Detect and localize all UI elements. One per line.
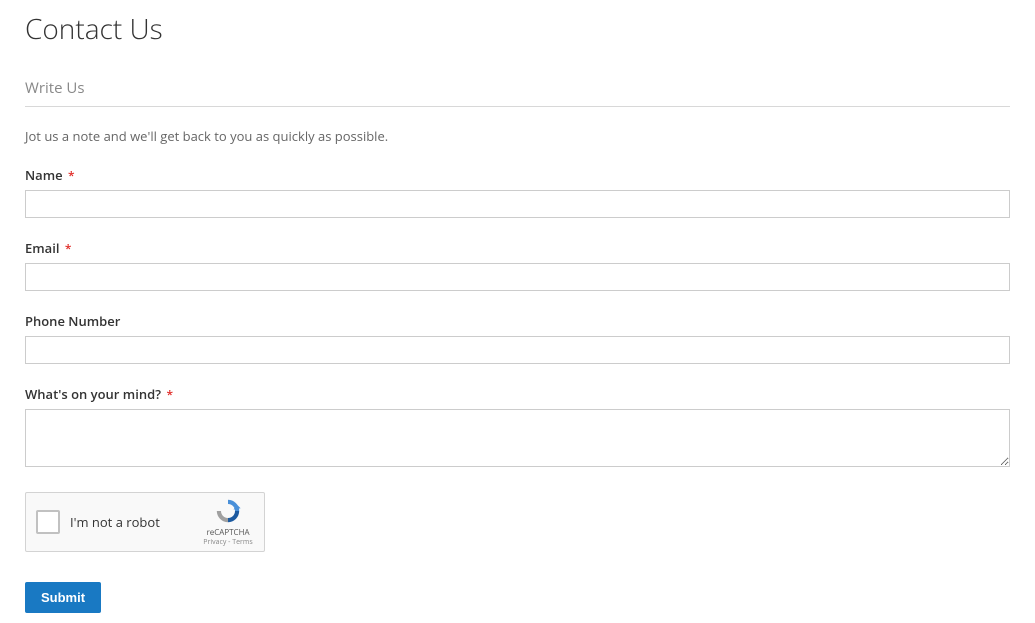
comment-textarea[interactable] <box>25 409 1010 467</box>
recaptcha-label: I'm not a robot <box>70 513 202 531</box>
required-marker: * <box>166 386 173 403</box>
phone-label-text: Phone Number <box>25 312 120 330</box>
recaptcha-brand-name: reCAPTCHA <box>206 527 249 538</box>
name-label-text: Name <box>25 166 63 184</box>
phone-field: Phone Number <box>25 309 1010 364</box>
page-title: Contact Us <box>25 10 1010 48</box>
recaptcha-widget: I'm not a robot reCAPTCHA Privacy - Term… <box>25 492 265 552</box>
comment-label: What's on your mind? * <box>25 385 173 403</box>
submit-button[interactable]: Submit <box>25 582 101 613</box>
comment-field: What's on your mind? * <box>25 382 1010 472</box>
recaptcha-brand: reCAPTCHA Privacy - Terms <box>202 497 254 547</box>
email-input[interactable] <box>25 263 1010 291</box>
required-marker: * <box>68 167 75 184</box>
phone-label: Phone Number <box>25 312 120 330</box>
comment-label-text: What's on your mind? <box>25 385 161 403</box>
section-title: Write Us <box>25 78 1010 107</box>
required-marker: * <box>65 240 72 257</box>
intro-text: Jot us a note and we'll get back to you … <box>25 127 1010 145</box>
email-label: Email * <box>25 239 71 257</box>
name-label: Name * <box>25 166 75 184</box>
phone-input[interactable] <box>25 336 1010 364</box>
email-label-text: Email <box>25 239 59 257</box>
email-field: Email * <box>25 236 1010 291</box>
name-field: Name * <box>25 163 1010 218</box>
recaptcha-links[interactable]: Privacy - Terms <box>203 538 252 547</box>
recaptcha-icon <box>214 497 242 525</box>
name-input[interactable] <box>25 190 1010 218</box>
recaptcha-checkbox[interactable] <box>36 510 60 534</box>
